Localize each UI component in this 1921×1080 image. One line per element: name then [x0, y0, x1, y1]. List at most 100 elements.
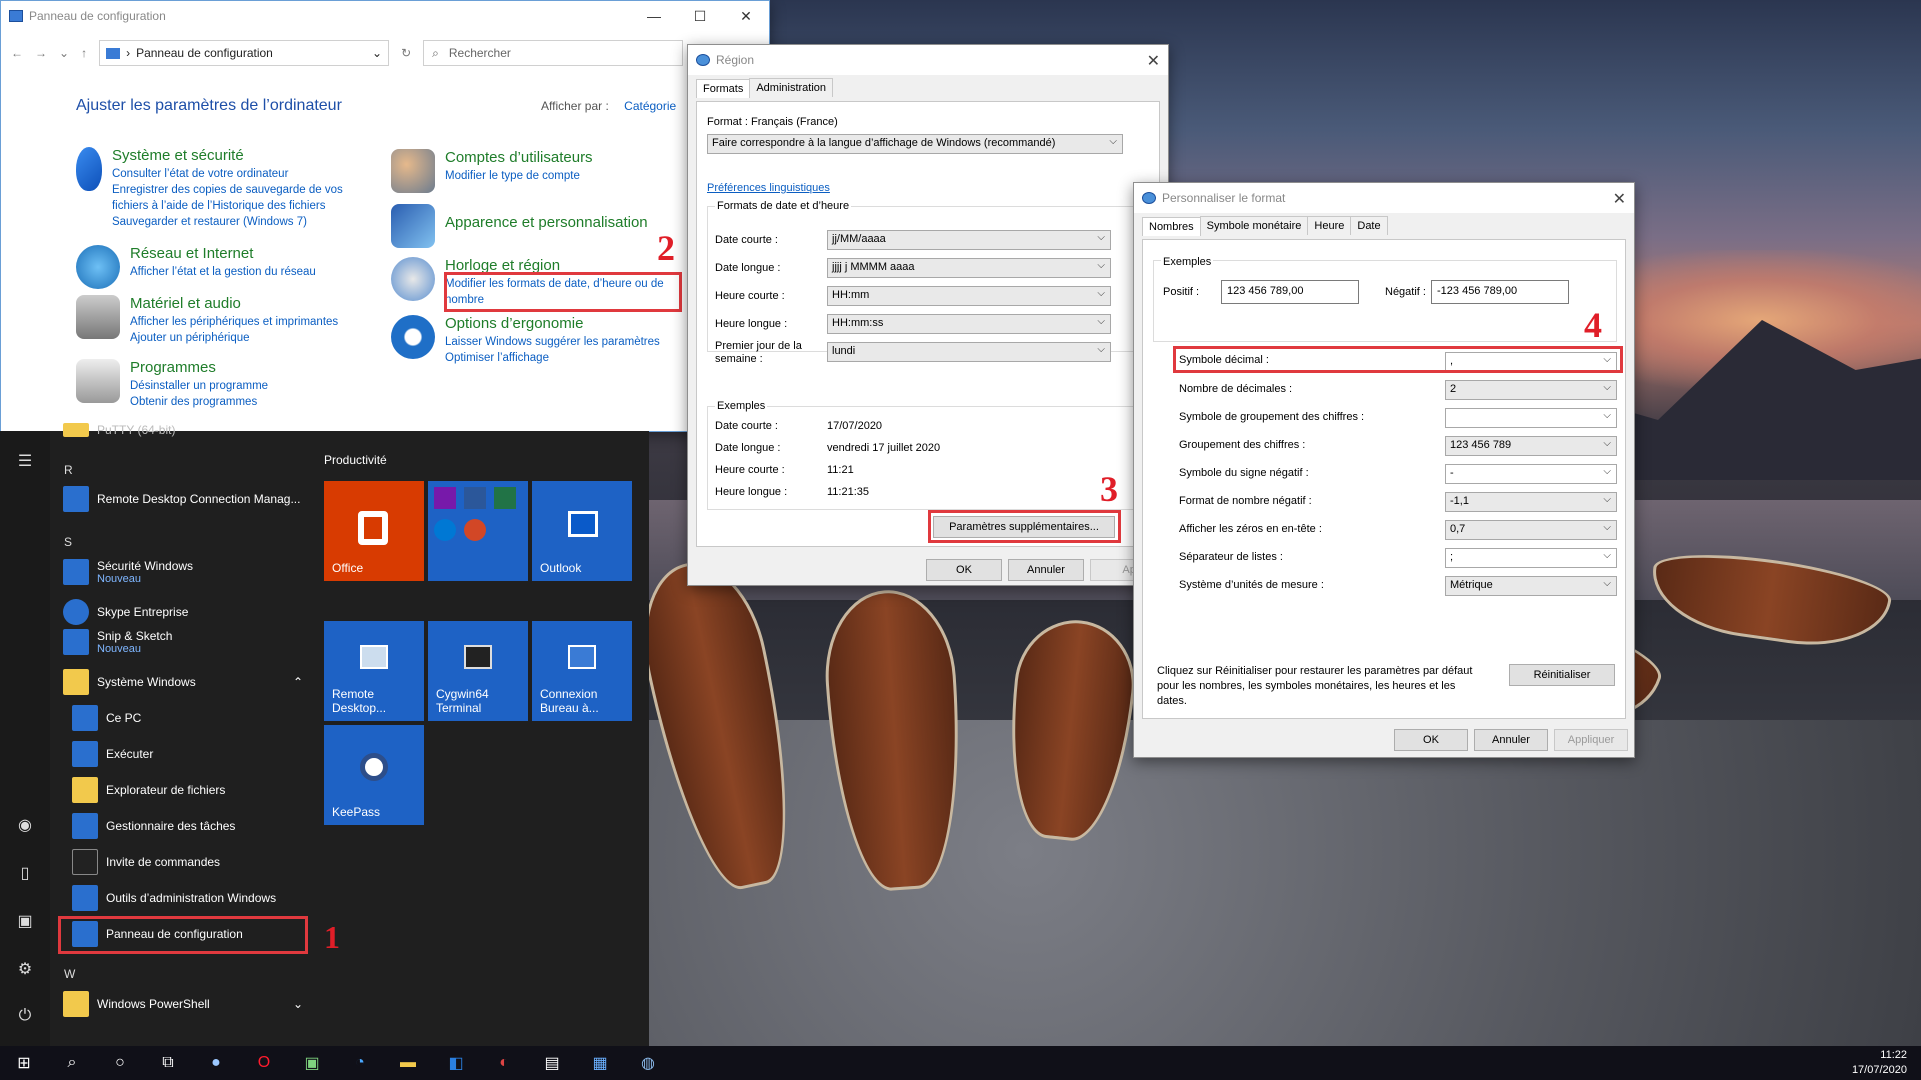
ok-button[interactable]: OK — [926, 559, 1002, 581]
close-button[interactable]: ✕ — [1613, 189, 1626, 209]
long-time-select[interactable]: HH:mm:ss ⌵ — [827, 314, 1111, 334]
list-separator-select[interactable]: ; ⌵ — [1445, 548, 1617, 568]
category-link[interactable]: Optimiser l’affichage — [445, 350, 660, 366]
control-panel-icon[interactable]: ▦ — [576, 1046, 624, 1080]
category-link[interactable]: Consulter l’état de votre ordinateur — [112, 166, 376, 182]
cancel-button[interactable]: Annuler — [1474, 729, 1548, 751]
cortana-icon[interactable]: ○ — [96, 1046, 144, 1080]
letter-header[interactable]: R — [64, 463, 73, 477]
category-link[interactable]: Enregistrer des copies de sauvegarde de … — [112, 182, 376, 214]
address-box[interactable]: › Panneau de configuration ⌄ — [99, 40, 390, 66]
list-item[interactable]: Exécuter — [72, 741, 153, 767]
reset-button[interactable]: Réinitialiser — [1509, 664, 1615, 686]
category-link[interactable]: Obtenir des programmes — [130, 394, 268, 410]
back-arrow-icon[interactable]: ← — [11, 46, 23, 60]
people-icon[interactable]: ● — [192, 1046, 240, 1080]
search-icon[interactable]: ⌕ — [48, 1046, 96, 1080]
documents-icon[interactable]: ▯ — [15, 863, 35, 883]
first-day-select[interactable]: lundi ⌵ — [827, 342, 1111, 362]
category-link[interactable]: Modifier le type de compte — [445, 168, 593, 184]
close-button[interactable]: ✕ — [723, 1, 769, 31]
grouping-symbol-select[interactable]: ⌵ — [1445, 408, 1617, 428]
list-item[interactable]: Ce PC — [72, 705, 141, 731]
apply-button[interactable]: Appliquer — [1554, 729, 1628, 751]
tile-keepass[interactable]: KeePass — [324, 725, 424, 825]
leading-zeros-select[interactable]: 0,7 ⌵ — [1445, 520, 1617, 540]
short-date-select[interactable]: jj/MM/aaaa ⌵ — [827, 230, 1111, 250]
tile-office[interactable]: Office — [324, 481, 424, 581]
format-select[interactable]: Faire correspondre à la langue d’afficha… — [707, 134, 1123, 154]
refresh-icon[interactable]: ↻ — [401, 46, 411, 60]
list-item[interactable]: Sécurité Windows Nouveau — [63, 559, 193, 585]
list-item[interactable]: Gestionnaire des tâches — [72, 813, 235, 839]
tile-connexion-bureau[interactable]: Connexion Bureau à... — [532, 621, 632, 721]
tab-time[interactable]: Heure — [1307, 216, 1352, 235]
category-title[interactable]: Comptes d’utilisateurs — [445, 149, 593, 166]
category-link[interactable]: Afficher l’état et la gestion du réseau — [130, 264, 316, 280]
negative-format-select[interactable]: -1,1 ⌵ — [1445, 492, 1617, 512]
outlook-icon[interactable]: ◧ — [432, 1046, 480, 1080]
clapper-icon[interactable]: ▤ — [528, 1046, 576, 1080]
maximize-button[interactable]: ☐ — [677, 1, 723, 31]
category-link[interactable]: Afficher les périphériques et imprimante… — [130, 314, 338, 330]
list-item[interactable]: Explorateur de fichiers — [72, 777, 225, 803]
category-link[interactable]: Laisser Windows suggérer les paramètres — [445, 334, 660, 350]
tab-date[interactable]: Date — [1350, 216, 1388, 235]
settings-gear-icon[interactable]: ⚙ — [15, 959, 35, 979]
up-arrow-icon[interactable]: ↑ — [81, 46, 87, 60]
hamburger-menu-icon[interactable]: ☰ — [15, 451, 35, 471]
negative-sign-select[interactable]: - ⌵ — [1445, 464, 1617, 484]
category-title[interactable]: Apparence et personnalisation — [445, 214, 648, 231]
windows-start-icon[interactable]: ⊞ — [0, 1046, 48, 1080]
category-title[interactable]: Options d’ergonomie — [445, 315, 660, 332]
list-item[interactable]: Skype Entreprise — [63, 599, 188, 625]
system-clock[interactable]: 11:22 17/07/2020 — [1852, 1048, 1907, 1078]
tile-cygwin[interactable]: Cygwin64 Terminal — [428, 621, 528, 721]
digit-grouping-select[interactable]: 123 456 789 ⌵ — [1445, 436, 1617, 456]
tab-formats[interactable]: Formats — [696, 79, 751, 98]
tile-office-apps[interactable] — [428, 481, 528, 581]
chevron-down-icon[interactable]: ⌄ — [59, 46, 69, 60]
forward-arrow-icon[interactable]: → — [35, 46, 47, 60]
list-item[interactable]: Invite de commandes — [72, 849, 220, 875]
opera-icon[interactable]: O — [240, 1046, 288, 1080]
pictures-icon[interactable]: ▣ — [15, 911, 35, 931]
category-title[interactable]: Programmes — [130, 359, 268, 376]
chat-icon[interactable]: ◐ — [480, 1046, 528, 1080]
task-view-icon[interactable]: ⧉ — [144, 1046, 192, 1080]
tab-numbers[interactable]: Nombres — [1142, 217, 1201, 236]
power-icon[interactable]: ⏻ — [15, 1007, 35, 1027]
terminal-icon[interactable]: ▣ — [288, 1046, 336, 1080]
category-link[interactable]: Ajouter un périphérique — [130, 330, 338, 346]
cancel-button[interactable]: Annuler — [1008, 559, 1084, 581]
tile-remote-desktop[interactable]: Remote Desktop... — [324, 621, 424, 721]
letter-header[interactable]: W — [64, 967, 75, 981]
tab-administration[interactable]: Administration — [749, 78, 834, 97]
user-avatar-icon[interactable]: ◉ — [15, 815, 35, 835]
list-item[interactable]: Remote Desktop Connection Manag... — [63, 486, 300, 512]
clock-app-icon[interactable]: ◔ — [336, 1046, 384, 1080]
list-item-folder[interactable]: Windows PowerShell ⌄ — [63, 991, 303, 1017]
letter-header[interactable]: S — [64, 535, 72, 549]
long-date-select[interactable]: jjjj j MMMM aaaa ⌵ — [827, 258, 1111, 278]
tile-outlook[interactable]: Outlook — [532, 481, 632, 581]
search-input[interactable]: ⌕ Rechercher — [423, 40, 684, 66]
category-title[interactable]: Matériel et audio — [130, 295, 338, 312]
chevron-down-icon[interactable]: ⌄ — [372, 46, 382, 60]
category-link[interactable]: Sauvegarder et restaurer (Windows 7) — [112, 214, 376, 230]
view-by-select[interactable]: Catégorie — [624, 99, 676, 113]
category-link[interactable]: Désinstaller un programme — [130, 378, 268, 394]
measurement-system-select[interactable]: Métrique ⌵ — [1445, 576, 1617, 596]
ok-button[interactable]: OK — [1394, 729, 1468, 751]
globe-icon[interactable]: ◍ — [624, 1046, 672, 1080]
close-button[interactable]: ✕ — [1147, 51, 1160, 71]
decimal-digits-select[interactable]: 2 ⌵ — [1445, 380, 1617, 400]
category-title[interactable]: Réseau et Internet — [130, 245, 316, 262]
minimize-button[interactable]: — — [631, 1, 677, 31]
list-item[interactable]: Snip & Sketch Nouveau — [63, 629, 172, 655]
list-item[interactable]: PuTTY (64-bit) — [63, 423, 175, 437]
category-title[interactable]: Système et sécurité — [112, 147, 376, 164]
file-explorer-icon[interactable]: ▬ — [384, 1046, 432, 1080]
list-item-folder[interactable]: Système Windows ⌃ — [63, 669, 303, 695]
short-time-select[interactable]: HH:mm ⌵ — [827, 286, 1111, 306]
